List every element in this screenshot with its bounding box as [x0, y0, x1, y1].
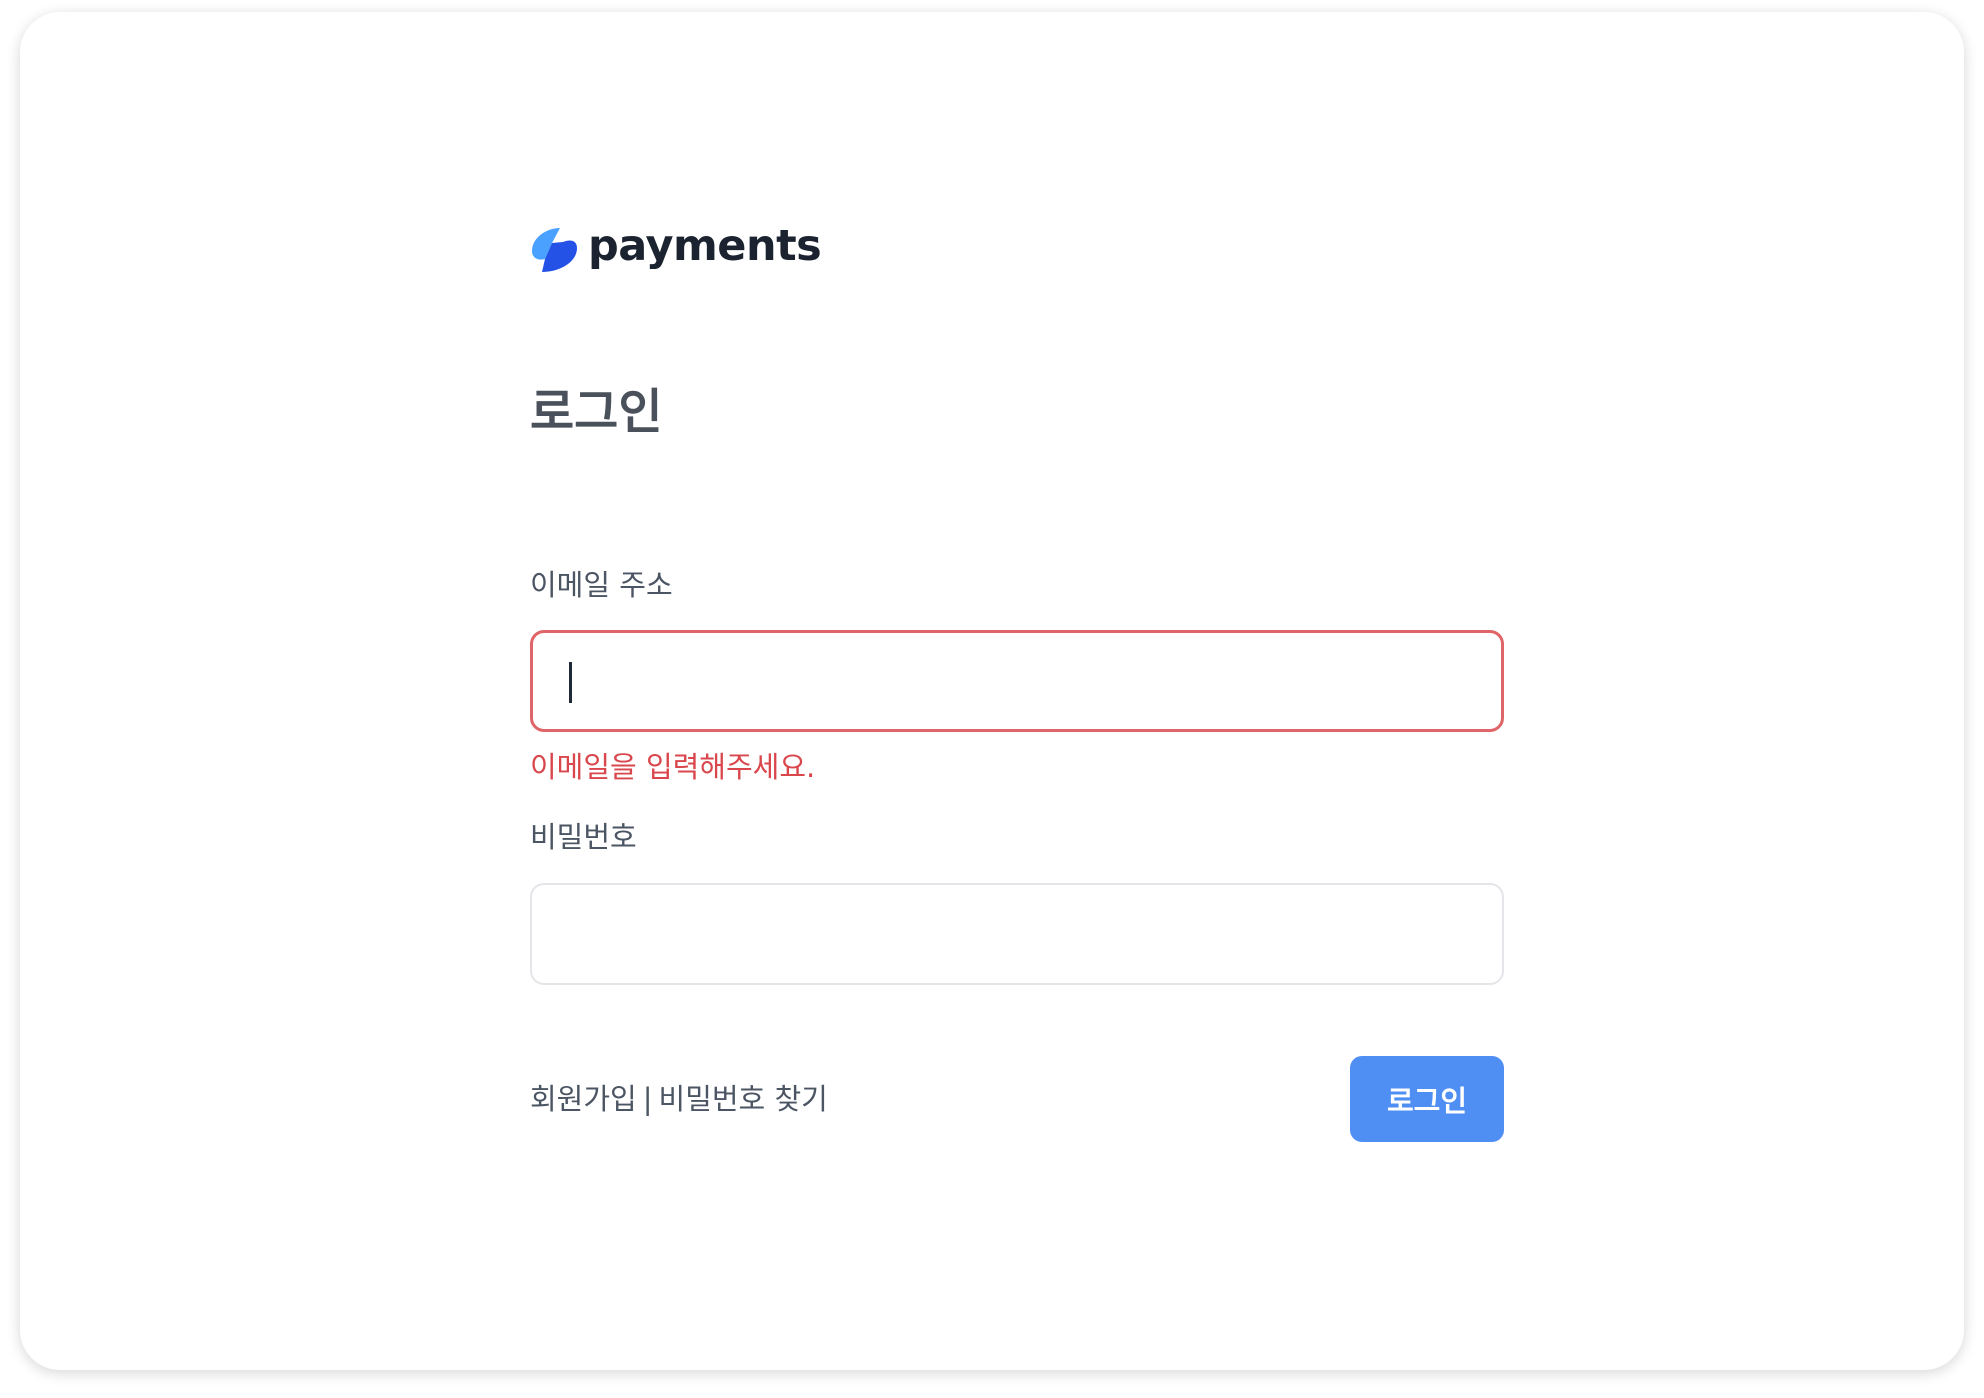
- login-button[interactable]: 로그인: [1350, 1056, 1504, 1142]
- brand-name: payments: [588, 220, 822, 271]
- page-title: 로그인: [530, 384, 663, 440]
- payments-logo-icon: [532, 228, 577, 272]
- login-card: payments 로그인 이메일 주소 이메일을 입력해주세요. 비밀번호 회원…: [20, 12, 1964, 1370]
- email-input[interactable]: [530, 630, 1504, 732]
- email-error-message: 이메일을 입력해주세요.: [530, 750, 816, 784]
- brand-logo: payments: [530, 220, 822, 280]
- signup-link[interactable]: 회원가입: [530, 1082, 637, 1117]
- auth-links: 회원가입 | 비밀번호 찾기: [530, 1082, 828, 1117]
- password-label: 비밀번호: [530, 820, 637, 854]
- find-password-link[interactable]: 비밀번호 찾기: [659, 1082, 828, 1117]
- link-separator: |: [642, 1082, 653, 1116]
- email-label: 이메일 주소: [530, 568, 673, 602]
- text-caret: [569, 662, 572, 703]
- password-input[interactable]: [530, 883, 1504, 985]
